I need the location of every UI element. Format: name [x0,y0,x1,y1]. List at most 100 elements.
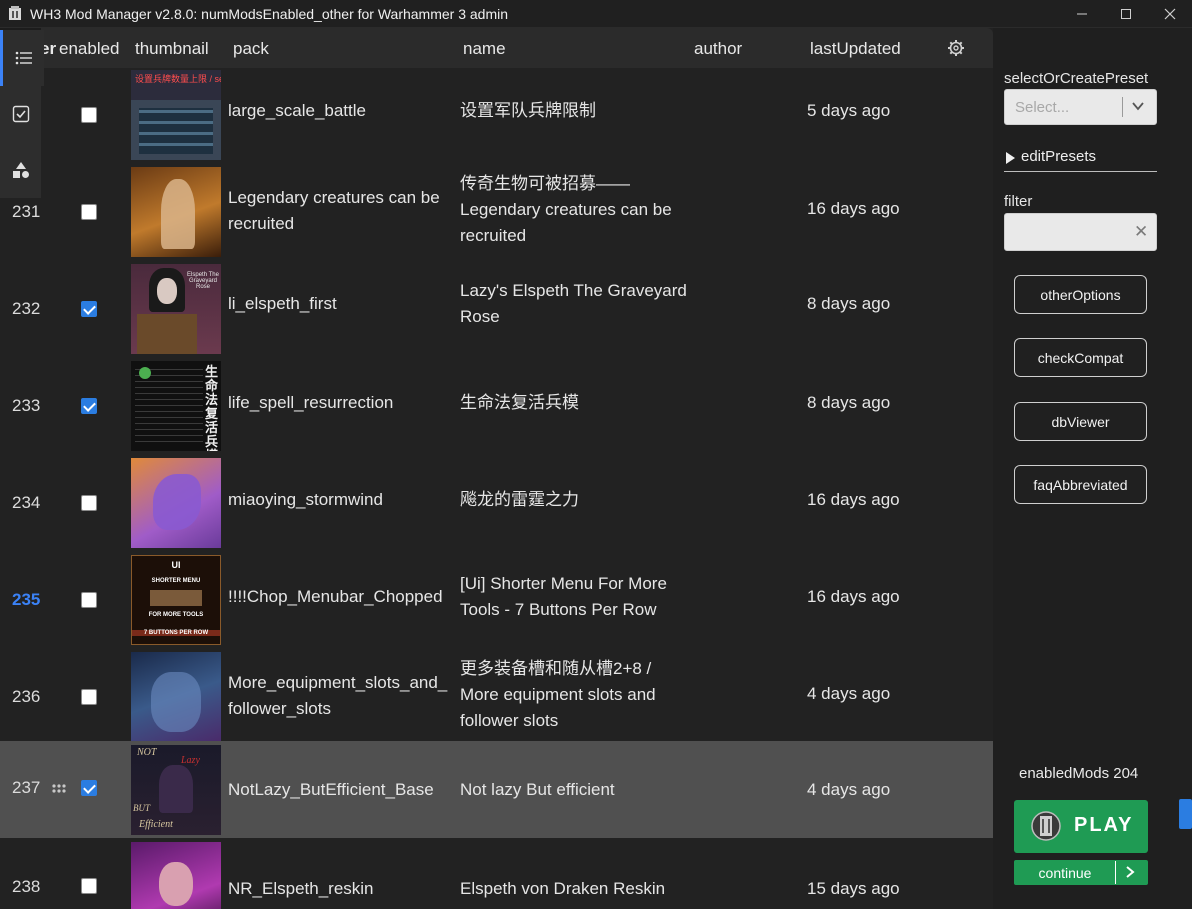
last-updated-cell: 4 days ago [807,684,891,703]
name-cell: [Ui] Shorter Menu For More Tools - 7 But… [460,574,667,619]
pack-cell: li_elspeth_first [228,294,337,313]
close-icon [1164,8,1176,19]
nav-enabled-mods[interactable] [0,86,41,142]
minimize-icon [1077,13,1087,14]
enabled-checkbox[interactable] [81,107,97,123]
row-number: 233 [12,396,41,415]
filter-label: filter [1004,193,1033,210]
nav-mods-list[interactable] [0,30,44,86]
table-row-selected[interactable]: 237 NOT Lazy BUT Efficient NotLazy_ButEf… [0,741,993,838]
enabled-checkbox[interactable] [81,301,97,317]
pack-cell: miaoying_stormwind [228,490,383,509]
column-lastupdated-header[interactable]: lastUpdated [810,39,901,59]
scrollbar-thumb[interactable] [1179,799,1192,829]
gear-icon[interactable] [947,39,965,57]
mod-thumbnail: 生命法复活兵模 [131,361,221,451]
close-button[interactable] [1148,0,1192,27]
db-viewer-button[interactable]: dbViewer [1014,402,1147,441]
caret-right-icon [1006,152,1015,164]
play-button[interactable]: PLAY [1014,800,1148,853]
table-row[interactable]: 设置兵牌数量上限 / set army unit card limit larg… [0,68,993,165]
continue-button[interactable]: continue [1014,860,1148,885]
nav-categories[interactable] [0,142,41,198]
nav-rail [0,28,44,198]
table-row[interactable]: 231 Legendary creatures can be recruited… [0,165,993,262]
list-icon [15,51,32,65]
mod-thumbnail [131,842,221,909]
game-emblem-icon [1031,811,1061,841]
column-pack-header[interactable]: pack [233,39,269,59]
enabled-mods-count: enabledMods 204 [1019,765,1139,782]
row-number: 235 [12,590,41,609]
enabled-checkbox[interactable] [81,592,97,608]
column-thumbnail-header[interactable]: thumbnail [135,39,209,59]
checkbox-icon [12,105,29,123]
pack-cell: NR_Elspeth_reskin [228,879,374,898]
faq-button[interactable]: faqAbbreviated [1014,465,1147,504]
right-panel: selectOrCreatePreset Select... editPrese… [993,28,1170,909]
filter-input[interactable]: ✕ [1004,213,1157,251]
enabled-checkbox[interactable] [81,204,97,220]
mod-thumbnail: NOT Lazy BUT Efficient [131,745,221,835]
last-updated-cell: 16 days ago [807,199,900,218]
chevron-down-icon[interactable] [1131,99,1145,113]
mod-thumbnail: 设置兵牌数量上限 / set army unit card limit [131,70,221,160]
row-number: 238 [12,877,41,896]
mod-thumbnail [131,458,221,548]
clear-icon[interactable]: ✕ [1134,222,1148,242]
enabled-checkbox[interactable] [81,398,97,414]
check-compat-button[interactable]: checkCompat [1014,338,1147,377]
row-number: 232 [12,299,41,318]
table-header: er enabled thumbnail pack name author la… [0,28,993,68]
name-cell: Elspeth von Draken Reskin [460,879,666,898]
table-row[interactable]: 234 miaoying_stormwind 飚龙的雷霆之力 16 days a… [0,456,993,553]
mod-thumbnail: Elspeth The Graveyard Rose [131,264,221,354]
enabled-checkbox[interactable] [81,878,97,894]
name-cell: 生命法复活兵模 [460,393,579,412]
column-enabled-header[interactable]: enabled [59,39,120,59]
title-bar: WH3 Mod Manager v2.8.0: numModsEnabled_o… [0,0,1192,28]
shapes-icon [12,162,29,178]
preset-label: selectOrCreatePreset [1004,70,1149,87]
pack-cell: More_equipment_slots_and_follower_slots [228,673,448,718]
column-name-header[interactable]: name [463,39,506,59]
mod-table: er enabled thumbnail pack name author la… [0,28,993,909]
name-cell: Not lazy But efficient [460,780,615,799]
minimize-button[interactable] [1060,0,1104,27]
scrollbar[interactable] [1170,28,1192,909]
mod-thumbnail: UI SHORTER MENU FOR MORE TOOLS 7 BUTTONS… [131,555,221,645]
pack-cell: Legendary creatures can be recruited [228,188,440,233]
enabled-checkbox[interactable] [81,495,97,511]
pack-cell: !!!!Chop_Menubar_Chopped [228,587,443,606]
table-row[interactable]: 236 More_equipment_slots_and_follower_sl… [0,650,993,747]
last-updated-cell: 16 days ago [807,587,900,606]
enabled-checkbox[interactable] [81,689,97,705]
drag-handle-icon[interactable] [52,784,68,794]
preset-select[interactable]: Select... [1004,89,1157,125]
table-row[interactable]: 238 NR_Elspeth_reskin Elspeth von Draken… [0,838,993,909]
pack-cell: large_scale_battle [228,101,366,120]
table-row[interactable]: 235 UI SHORTER MENU FOR MORE TOOLS 7 BUT… [0,553,993,650]
last-updated-cell: 8 days ago [807,393,891,412]
row-number: 237 [12,778,41,797]
table-row[interactable]: 232 Elspeth The Graveyard Rose li_elspet… [0,262,993,359]
name-cell: 传奇生物可被招募—— Legendary creatures can be re… [460,174,672,245]
preset-placeholder: Select... [1015,99,1070,116]
last-updated-cell: 16 days ago [807,490,900,509]
name-cell: 设置军队兵牌限制 [460,101,596,120]
table-row[interactable]: 233 生命法复活兵模 life_spell_resurrection 生命法复… [0,359,993,456]
enabled-checkbox[interactable] [81,780,97,796]
app-icon [9,6,21,20]
last-updated-cell: 4 days ago [807,780,891,799]
maximize-button[interactable] [1104,0,1148,27]
name-cell: 更多装备槽和随从槽2+8 / More equipment slots and … [460,659,656,730]
last-updated-cell: 15 days ago [807,879,900,898]
row-number: 234 [12,493,41,512]
other-options-button[interactable]: otherOptions [1014,275,1147,314]
maximize-icon [1121,8,1131,19]
edit-presets-toggle[interactable]: editPresets [1004,147,1157,172]
row-number: 231 [12,202,41,221]
mod-thumbnail [131,652,221,742]
chevron-right-icon[interactable] [1125,866,1135,878]
column-author-header[interactable]: author [694,39,742,59]
